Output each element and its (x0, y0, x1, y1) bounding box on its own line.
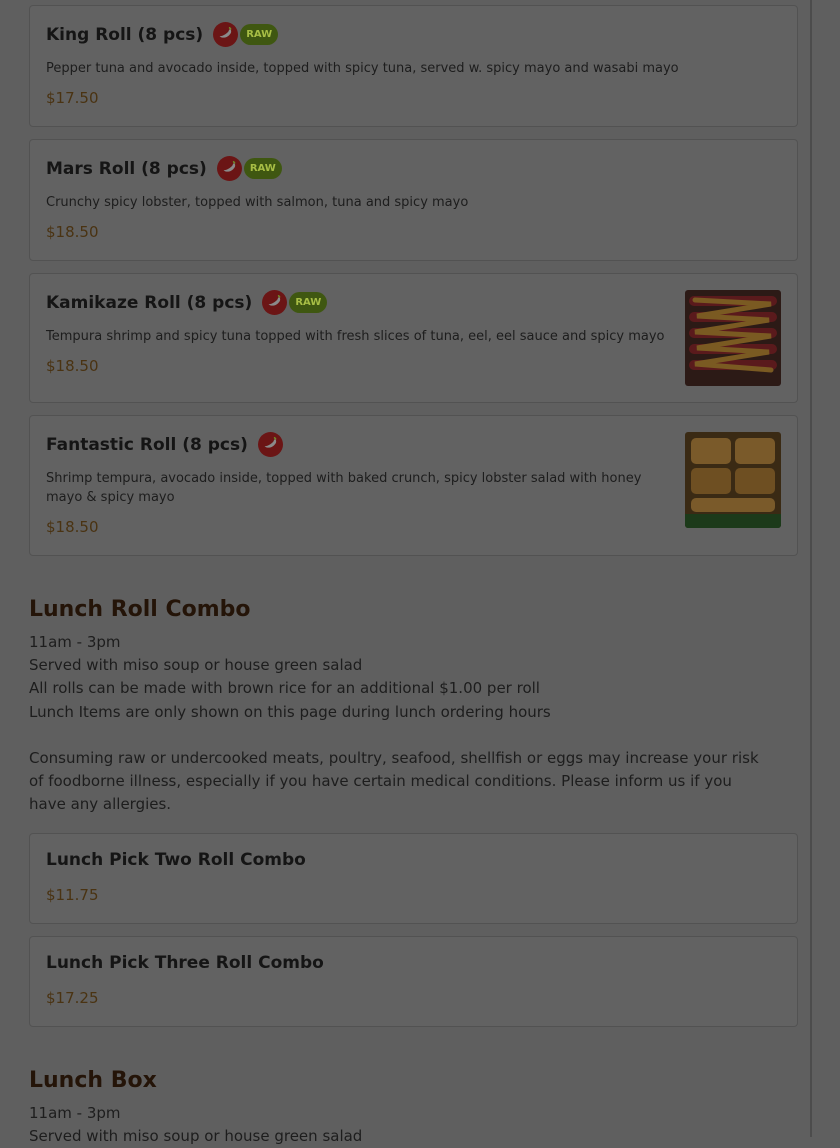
menu-page: King Roll (8 pcs) RAW Pepper tuna and av… (0, 0, 840, 1145)
menu-item-kamikaze-roll[interactable]: Kamikaze Roll (8 pcs) RAW Tempura shrimp… (29, 273, 798, 403)
item-photo[interactable] (685, 290, 781, 386)
menu-item-fantastic-roll[interactable]: Fantastic Roll (8 pcs) Shrimp tempura, a… (29, 415, 798, 556)
item-name: Lunch Pick Two Roll Combo (46, 850, 306, 870)
item-price: $17.25 (46, 989, 99, 1007)
menu-item-king-roll[interactable]: King Roll (8 pcs) RAW Pepper tuna and av… (29, 5, 798, 127)
chili-pepper-icon (213, 22, 239, 47)
item-photo[interactable] (685, 432, 781, 528)
raw-badge: RAW (243, 158, 282, 179)
item-description: Tempura shrimp and spicy tuna topped wit… (46, 329, 665, 344)
item-price: $18.50 (46, 518, 99, 536)
item-description: Shrimp tempura, avocado inside, topped w… (46, 471, 642, 505)
item-name: Lunch Pick Three Roll Combo (46, 953, 324, 973)
chili-pepper-icon (216, 156, 242, 181)
item-price: $18.50 (46, 223, 99, 241)
section-hours: 11am - 3pm (29, 633, 121, 651)
section-title-lunch-roll-combo: Lunch Roll Combo (29, 597, 251, 622)
raw-badge: RAW (289, 292, 328, 313)
item-name: King Roll (8 pcs) (46, 24, 204, 45)
page-edge-divider (810, 0, 812, 1137)
item-name: Fantastic Roll (8 pcs) (46, 434, 248, 455)
chili-pepper-icon (257, 432, 283, 457)
section-note-side: Served with miso soup or house green sal… (29, 656, 363, 674)
raw-food-warning: Consuming raw or undercooked meats, poul… (29, 749, 759, 813)
item-price: $18.50 (46, 357, 99, 375)
item-title-row: Mars Roll (8 pcs) RAW (46, 156, 282, 181)
section-note-hours: Lunch Items are only shown on this page … (29, 703, 551, 721)
menu-item-lunch-pick-three[interactable]: Lunch Pick Three Roll Combo $17.25 (29, 936, 798, 1027)
item-name: Mars Roll (8 pcs) (46, 158, 207, 179)
item-description: Crunchy spicy lobster, topped with salmo… (46, 195, 469, 210)
chili-pepper-icon (262, 290, 288, 315)
item-title-row: Kamikaze Roll (8 pcs) RAW (46, 290, 328, 315)
menu-item-mars-roll[interactable]: Mars Roll (8 pcs) RAW Crunchy spicy lobs… (29, 139, 798, 261)
section-title-lunch-box: Lunch Box (29, 1068, 157, 1093)
menu-item-lunch-pick-two[interactable]: Lunch Pick Two Roll Combo $11.75 (29, 833, 798, 924)
item-title-row: King Roll (8 pcs) RAW (46, 22, 279, 47)
raw-badge: RAW (240, 24, 279, 45)
item-name: Kamikaze Roll (8 pcs) (46, 292, 253, 313)
item-price: $11.75 (46, 886, 99, 904)
section-note-brown-rice: All rolls can be made with brown rice fo… (29, 679, 540, 697)
item-description: Pepper tuna and avocado inside, topped w… (46, 61, 679, 76)
item-title-row: Fantastic Roll (8 pcs) (46, 432, 285, 457)
item-price: $17.50 (46, 89, 99, 107)
section-hours: 11am - 3pm (29, 1104, 121, 1122)
